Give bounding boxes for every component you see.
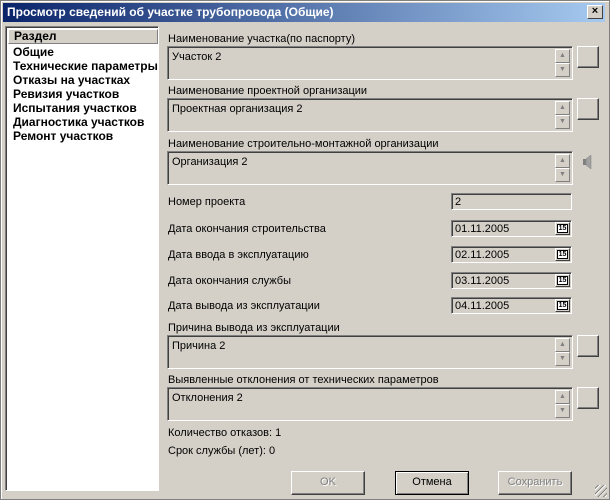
- section-item-general[interactable]: Общие: [13, 45, 158, 59]
- ok-button[interactable]: OK: [291, 471, 365, 495]
- section-item-revision[interactable]: Ревизия участков: [13, 87, 158, 101]
- window-title: Просмотр сведений об участке трубопровод…: [7, 5, 334, 19]
- construction-end-field[interactable]: 01.11.2005 15: [451, 220, 572, 237]
- service-end-field[interactable]: 03.11.2005 15: [451, 272, 572, 289]
- close-button[interactable]: ×: [587, 5, 603, 19]
- section-name-scrollbar[interactable]: ▲ ▼: [555, 49, 570, 77]
- construction-org-scrollbar[interactable]: ▲ ▼: [555, 154, 570, 182]
- deviations-value: Отклонения 2: [172, 392, 243, 404]
- service-life: Срок службы (лет): 0: [168, 445, 276, 457]
- scroll-down-icon[interactable]: ▼: [555, 115, 570, 129]
- scroll-up-icon[interactable]: ▲: [555, 101, 570, 115]
- commissioning-calendar-button[interactable]: 15: [555, 248, 570, 261]
- section-name-value: Участок 2: [172, 51, 222, 63]
- project-number-value: 2: [455, 196, 462, 208]
- section-item-technical-params[interactable]: Технические параметры: [13, 59, 158, 73]
- service-end-calendar-button[interactable]: 15: [555, 274, 570, 287]
- commissioning-label: Дата ввода в эксплуатацию: [168, 249, 309, 261]
- calendar-icon: 15: [557, 250, 568, 259]
- scroll-down-icon[interactable]: ▼: [555, 404, 570, 418]
- scroll-up-icon[interactable]: ▲: [555, 390, 570, 404]
- section-item-repair[interactable]: Ремонт участков: [13, 129, 158, 143]
- decommission-reason-scrollbar[interactable]: ▲ ▼: [555, 338, 570, 366]
- decommission-reason-edit-button[interactable]: [577, 335, 599, 357]
- decommissioning-label: Дата вывода из эксплуатации: [168, 300, 320, 312]
- commissioning-field[interactable]: 02.11.2005 15: [451, 246, 572, 263]
- construction-end-label: Дата окончания строительства: [168, 223, 326, 235]
- calendar-icon: 15: [557, 276, 568, 285]
- scroll-down-icon[interactable]: ▼: [555, 352, 570, 366]
- speaker-icon: [583, 154, 592, 170]
- resize-grip-icon[interactable]: [595, 485, 607, 497]
- decommissioning-field[interactable]: 04.11.2005 15: [451, 297, 572, 314]
- section-name-label: Наименование участка(по паспорту): [168, 33, 356, 45]
- scroll-down-icon[interactable]: ▼: [555, 168, 570, 182]
- close-icon: ×: [591, 5, 599, 17]
- construction-end-calendar-button[interactable]: 15: [555, 222, 570, 235]
- deviations-field[interactable]: Отклонения 2 ▲ ▼: [167, 387, 573, 421]
- service-end-label: Дата окончания службы: [168, 275, 291, 287]
- calendar-icon: 15: [557, 301, 568, 310]
- section-item-failures[interactable]: Отказы на участках: [13, 73, 158, 87]
- project-number-field[interactable]: 2: [451, 193, 572, 210]
- design-org-scrollbar[interactable]: ▲ ▼: [555, 101, 570, 129]
- dialog-window: Просмотр сведений об участке трубопровод…: [0, 0, 610, 500]
- design-org-value: Проектная организация 2: [172, 103, 303, 115]
- section-name-field[interactable]: Участок 2 ▲ ▼: [167, 46, 573, 80]
- decommissioning-value: 04.11.2005: [455, 300, 510, 312]
- title-bar[interactable]: Просмотр сведений об участке трубопровод…: [3, 3, 605, 22]
- failures-count: Количество отказов: 1: [168, 427, 282, 439]
- construction-org-edit-button[interactable]: [577, 151, 599, 173]
- deviations-scrollbar[interactable]: ▲ ▼: [555, 390, 570, 418]
- commissioning-value: 02.11.2005: [455, 249, 510, 261]
- project-number-label: Номер проекта: [168, 196, 246, 208]
- decommission-reason-value: Причина 2: [172, 340, 226, 352]
- construction-org-value: Организация 2: [172, 156, 248, 168]
- construction-org-label: Наименование строительно-монтажной орган…: [168, 138, 439, 150]
- service-end-value: 03.11.2005: [455, 275, 510, 287]
- decommission-reason-field[interactable]: Причина 2 ▲ ▼: [167, 335, 573, 369]
- section-item-diagnostics[interactable]: Диагностика участков: [13, 115, 158, 129]
- design-org-edit-button[interactable]: [577, 98, 599, 120]
- design-org-field[interactable]: Проектная организация 2 ▲ ▼: [167, 98, 573, 132]
- save-button[interactable]: Сохранить: [498, 471, 572, 495]
- decommissioning-calendar-button[interactable]: 15: [555, 299, 570, 312]
- scroll-down-icon[interactable]: ▼: [555, 63, 570, 77]
- section-list: Общие Технические параметры Отказы на уч…: [13, 45, 158, 143]
- scroll-up-icon[interactable]: ▲: [555, 338, 570, 352]
- scroll-up-icon[interactable]: ▲: [555, 49, 570, 63]
- deviations-edit-button[interactable]: [577, 387, 599, 409]
- section-list-header: Раздел: [8, 29, 158, 44]
- construction-org-field[interactable]: Организация 2 ▲ ▼: [167, 151, 573, 185]
- section-name-edit-button[interactable]: [577, 46, 599, 68]
- section-item-tests[interactable]: Испытания участков: [13, 101, 158, 115]
- construction-end-value: 01.11.2005: [455, 223, 510, 235]
- design-org-label: Наименование проектной организации: [168, 85, 368, 97]
- cancel-button[interactable]: Отмена: [395, 471, 469, 495]
- deviations-label: Выявленные отклонения от технических пар…: [168, 374, 439, 386]
- section-list-panel: Раздел Общие Технические параметры Отказ…: [5, 26, 159, 491]
- scroll-up-icon[interactable]: ▲: [555, 154, 570, 168]
- decommission-reason-label: Причина вывода из эксплуатации: [168, 322, 340, 334]
- calendar-icon: 15: [557, 224, 568, 233]
